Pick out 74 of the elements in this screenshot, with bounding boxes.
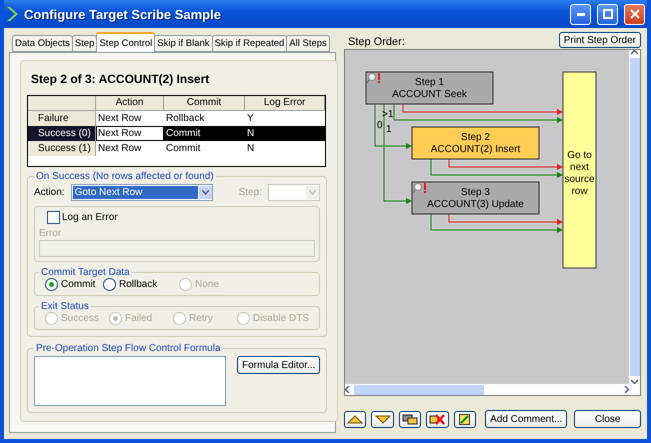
scroll-down-icon	[631, 379, 638, 384]
minimize-icon	[576, 12, 584, 16]
table-cell: N	[245, 126, 326, 141]
horizontal-scrollbar[interactable]	[345, 384, 629, 395]
step-label: Step:	[238, 187, 262, 198]
action-dropdown[interactable]: Goto Next Row	[70, 184, 213, 201]
column-header: Commit	[164, 96, 245, 111]
radio-label: Commit	[61, 279, 96, 290]
group-legend: On Success (No rows affected or found)	[34, 171, 216, 182]
radio-label: Rollback	[119, 279, 158, 290]
chevron-icon	[6, 6, 18, 22]
close-dialog-button[interactable]: Close	[574, 410, 641, 428]
add-comment-button[interactable]: Add Comment...	[485, 410, 568, 428]
formula-field[interactable]	[34, 356, 226, 406]
scroll-right-icon	[624, 386, 629, 393]
formula-editor-button[interactable]: Formula Editor...	[237, 356, 320, 374]
row-header[interactable]: Failure	[28, 111, 96, 126]
tab[interactable]: All Steps	[286, 35, 330, 52]
radio-label: Retry	[189, 313, 213, 324]
row-header[interactable]: Success (0)	[28, 126, 96, 141]
radio-label: None	[195, 279, 219, 290]
arrow-label: 0	[377, 120, 383, 131]
step-order-label: Step Order:	[348, 36, 405, 48]
triangle-down-icon	[374, 414, 391, 424]
tab[interactable]: Step	[72, 35, 98, 52]
delete-icon	[429, 414, 446, 424]
copy-step-button[interactable]	[398, 410, 422, 428]
print-step-order-button[interactable]: Print Step Order	[558, 32, 641, 48]
vertical-scrollbar[interactable]	[629, 50, 640, 384]
delete-step-button[interactable]	[426, 410, 449, 428]
group-legend: Exit Status	[39, 301, 91, 312]
table-cell: Commit	[164, 126, 245, 141]
radio-label: Disable DTS	[252, 313, 309, 324]
end-node[interactable]: Go to next source row	[562, 72, 596, 268]
move-down-button[interactable]	[371, 410, 394, 428]
row-header[interactable]: Success (1)	[28, 141, 96, 156]
close-icon	[630, 9, 640, 19]
table-cell: Next Row	[96, 126, 164, 141]
step-node[interactable]: Step 3 ACCOUNT(3) Update	[412, 182, 540, 214]
radio-button[interactable]	[103, 278, 116, 291]
radio-button[interactable]	[45, 278, 58, 291]
action-label: Action:	[34, 187, 65, 198]
caret-icon	[202, 190, 209, 195]
radio-label: Failed	[125, 313, 152, 324]
group-legend: Pre-Operation Step Flow Control Formula	[34, 343, 223, 354]
close-button[interactable]	[624, 4, 645, 24]
caret-icon	[308, 190, 316, 195]
radio-label: Success	[61, 313, 99, 324]
step-node[interactable]: Step 2 ACCOUNT(2) Insert	[412, 126, 540, 160]
window-title: Configure Target Scribe Sample	[24, 6, 222, 22]
edit-step-button[interactable]	[454, 410, 476, 428]
stacked-boxes-icon	[402, 414, 418, 424]
group-legend: Commit Target Data	[39, 267, 132, 278]
triangle-up-icon	[347, 414, 364, 424]
column-header: Log Error	[245, 96, 326, 111]
edit-box-icon	[459, 414, 470, 424]
maximize-button[interactable]	[597, 4, 618, 24]
step-title: Step 2 of 3: ACCOUNT(2) Insert	[31, 72, 210, 86]
tab[interactable]: Skip if Repeated	[212, 35, 288, 52]
column-header: Action	[96, 96, 164, 111]
scroll-left-icon	[345, 386, 350, 393]
tab[interactable]: Data Objects	[12, 35, 73, 52]
checkbox-label: Log an Error	[62, 212, 118, 223]
step-node[interactable]: Step 1 ACCOUNT Seek	[366, 72, 494, 104]
scroll-up-icon	[631, 50, 638, 55]
error-label: Error	[39, 228, 62, 239]
move-up-button[interactable]	[344, 410, 366, 428]
minimize-button[interactable]	[570, 4, 591, 24]
tab[interactable]: Step Control	[96, 32, 156, 52]
corner-cell	[28, 96, 96, 111]
arrow-label: 1	[386, 124, 392, 135]
checkbox[interactable]	[47, 211, 60, 224]
maximize-icon	[602, 9, 612, 19]
tab[interactable]: Skip if Blank	[154, 35, 213, 52]
